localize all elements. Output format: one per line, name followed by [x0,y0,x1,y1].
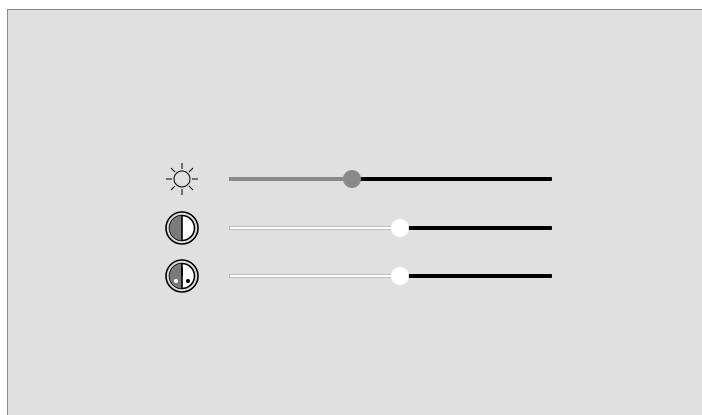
color-temperature-slider-fill [229,274,400,278]
contrast-slider-fill [229,226,400,230]
brightness-row [8,159,702,199]
contrast-row [8,208,702,248]
color-temperature-slider[interactable] [229,267,552,285]
contrast-slider-thumb[interactable] [391,219,409,237]
half-circle-icon [164,210,200,246]
thermometer-dial-icon [164,258,200,294]
display-settings-panel [7,9,702,415]
color-temperature-row [8,256,702,296]
brightness-slider[interactable] [229,170,552,188]
color-temperature-slider-thumb[interactable] [391,267,409,285]
brightness-slider-thumb[interactable] [343,170,361,188]
brightness-slider-fill [229,177,352,181]
sun-icon [164,161,200,197]
contrast-slider[interactable] [229,219,552,237]
